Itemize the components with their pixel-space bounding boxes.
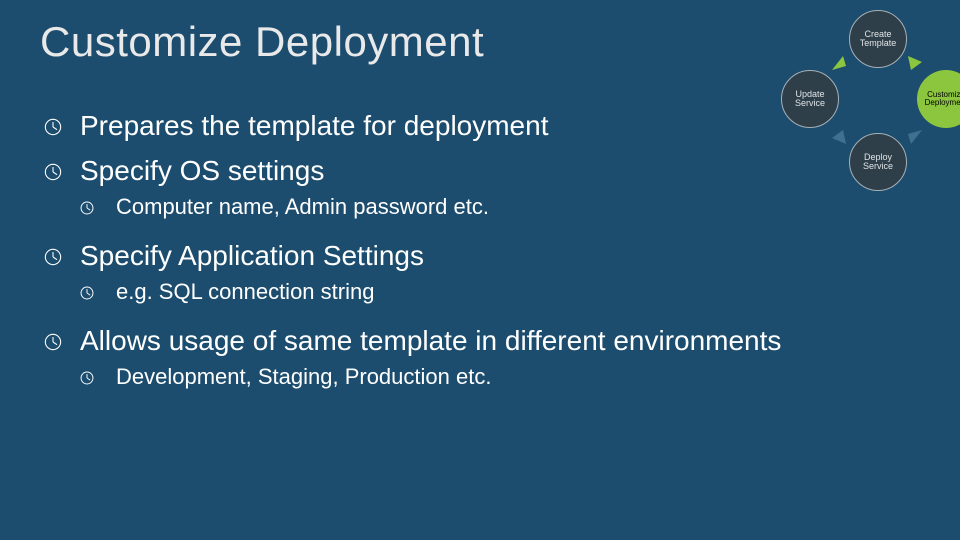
bullet-text: Prepares the template for deployment <box>80 108 920 143</box>
clock-icon <box>44 333 62 351</box>
clock-icon <box>44 248 62 266</box>
bullet-item: Prepares the template for deployment <box>44 108 920 143</box>
bullet-item: Allows usage of same template in differe… <box>44 323 920 390</box>
content-area: Prepares the template for deployment Spe… <box>40 108 920 390</box>
bullet-item: Specify Application Settings e.g. SQL co… <box>44 238 920 305</box>
sub-bullet-item: e.g. SQL connection string <box>80 279 920 305</box>
sub-bullet-item: Computer name, Admin password etc. <box>80 194 920 220</box>
bullet-item: Specify OS settings Computer name, Admin… <box>44 153 920 220</box>
sub-bullet-text: Development, Staging, Production etc. <box>116 364 920 390</box>
bullet-text: Allows usage of same template in differe… <box>80 323 920 358</box>
node-label: Update Service <box>795 90 825 109</box>
clock-icon <box>80 371 94 385</box>
node-label: Customize Deployment <box>925 91 960 108</box>
clock-icon <box>80 201 94 215</box>
bullet-text: Specify Application Settings <box>80 238 920 273</box>
sub-bullet-text: e.g. SQL connection string <box>116 279 920 305</box>
diagram-node-customize-deployment: Customize Deployment <box>917 70 960 128</box>
bullet-text: Specify OS settings <box>80 153 920 188</box>
sub-bullet-item: Development, Staging, Production etc. <box>80 364 920 390</box>
page-title: Customize Deployment <box>40 18 920 66</box>
clock-icon <box>80 286 94 300</box>
sub-bullet-text: Computer name, Admin password etc. <box>116 194 920 220</box>
clock-icon <box>44 163 62 181</box>
clock-icon <box>44 118 62 136</box>
slide: Customize Deployment Prepares the templa… <box>0 0 960 540</box>
